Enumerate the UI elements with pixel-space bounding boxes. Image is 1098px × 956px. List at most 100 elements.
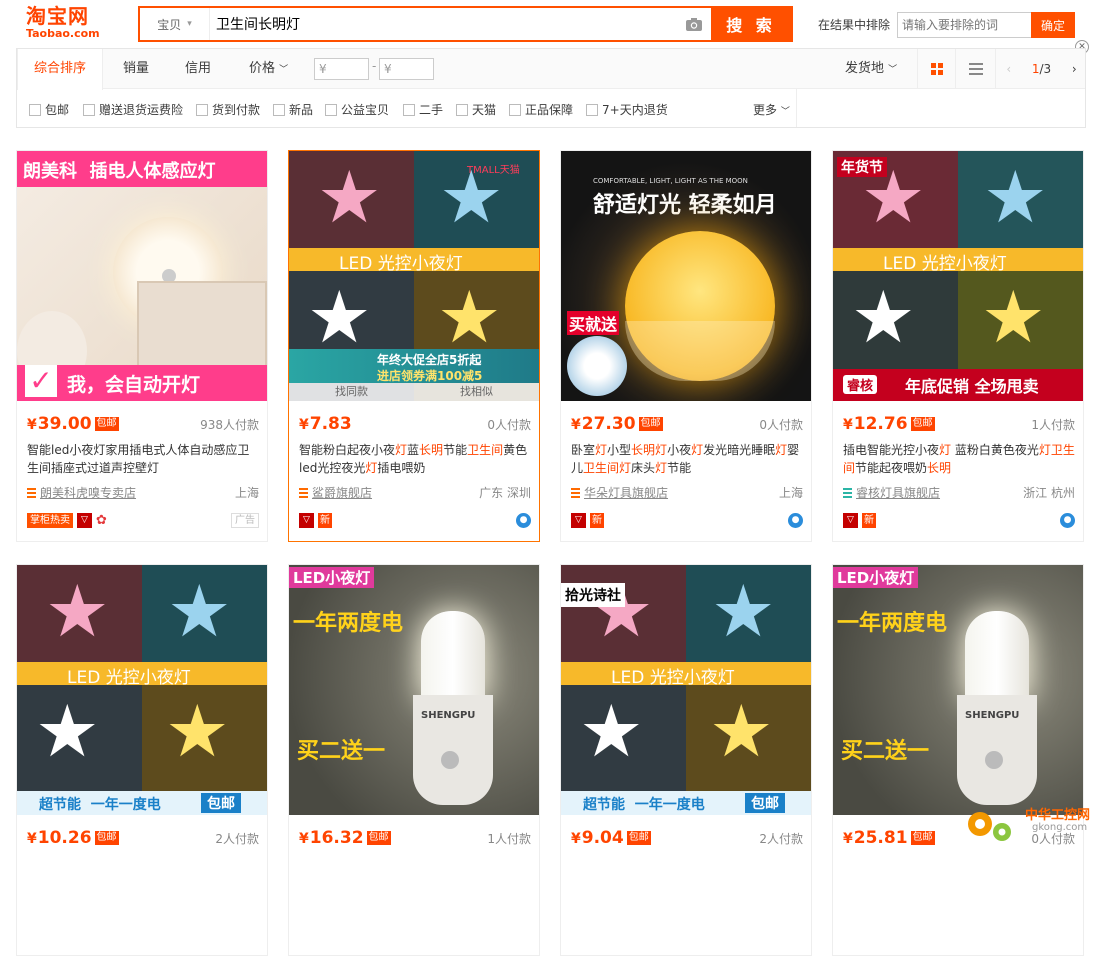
price-row: ¥9.04 包邮 2人付款	[571, 827, 803, 849]
baoyou-badge: 包邮	[910, 831, 935, 845]
search-input[interactable]	[210, 8, 677, 40]
search-type-label: 宝贝	[157, 17, 182, 32]
image-caption: 一年两度电	[837, 610, 948, 636]
deal-count: 938人付款	[200, 417, 259, 432]
sort-credit[interactable]: 信用	[181, 49, 215, 89]
product-card[interactable]: 朗美科 插电人体感应灯 ✓ 我，会自动开灯 ¥39.00 包邮 938人付款 智…	[16, 150, 268, 542]
filter-return-insurance[interactable]: 赠送退货运费险	[83, 101, 183, 118]
product-card[interactable]: LED小夜灯 一年两度电 SHENGPU 买二送一 ¥16.32 包邮 1人付款	[288, 564, 540, 956]
shop-name[interactable]: 鲨爵旗舰店	[312, 484, 372, 501]
image-caption: 拾光诗社	[561, 583, 625, 607]
new-badge[interactable]: 新	[318, 512, 332, 528]
ad-badge: 广告	[231, 512, 259, 528]
price: ¥25.81	[843, 828, 908, 848]
tmall-icon[interactable]: ▽	[843, 512, 858, 528]
search-button[interactable]: 搜 索	[711, 8, 791, 40]
price: ¥39.00	[27, 414, 92, 434]
product-image[interactable]: COMFORTABLE, LIGHT, LIGHT AS THE MOON 舒适…	[561, 151, 811, 401]
product-title[interactable]: 插电智能光控小夜灯 蓝粉白黄色夜光灯卫生间节能起夜喂奶长明	[843, 441, 1077, 477]
product-card[interactable]: ★ ★ LED 光控小夜灯 ★ ★ TMALL天猫 年终大促全店5折起 进店领券…	[288, 150, 540, 542]
image-caption: 朗美科 插电人体感应灯	[23, 161, 216, 182]
shop-name[interactable]: 华朵灯具旗舰店	[584, 484, 668, 501]
sort-price[interactable]: 价格 ﹀	[245, 49, 292, 89]
zhangui-badge[interactable]: 掌柜热卖	[27, 512, 73, 528]
tmall-icon[interactable]: ▽	[571, 512, 586, 528]
filter-tmall[interactable]: 天猫	[456, 101, 496, 118]
wangwang-icon[interactable]: ●	[1060, 512, 1075, 528]
new-badge[interactable]: 新	[862, 512, 876, 528]
filter-baoyou[interactable]: 包邮	[29, 101, 69, 118]
shop-icon	[571, 487, 580, 498]
product-image[interactable]: ★ ★ 年货节 LED 光控小夜灯 ★ ★ 睿核 年底促销 全场甩卖	[833, 151, 1083, 401]
chevron-right-icon[interactable]: ›	[1072, 62, 1077, 76]
image-caption: SHENGPU	[965, 710, 1020, 721]
new-badge[interactable]: 新	[590, 512, 604, 528]
hover-actions: 找同款 找相似	[289, 383, 539, 401]
shop-name[interactable]: 朗美科虎嗅专卖店	[40, 484, 136, 501]
search-type-select[interactable]: 宝贝 ▾	[140, 8, 210, 40]
price-max-input[interactable]: ¥	[379, 58, 434, 80]
location: 上海	[234, 486, 259, 500]
find-same-button[interactable]: 找同款	[289, 383, 414, 401]
image-caption: 买二送一	[297, 738, 386, 764]
image-caption: 进店领券满100减5	[377, 369, 483, 383]
product-title[interactable]: 智能粉白起夜小夜灯蓝长明节能卫生间黄色led光控夜光灯插电喂奶	[299, 441, 533, 477]
list-view-button[interactable]	[955, 49, 995, 89]
price-row: ¥12.76 包邮 1人付款	[843, 413, 1075, 435]
tmall-icon[interactable]: ▽	[77, 512, 92, 528]
price-row: ¥7.83 0人付款	[299, 413, 531, 435]
pager: ‹ 1/3 ›	[995, 49, 1087, 89]
chevron-down-icon: ▾	[187, 19, 192, 29]
exclude-input[interactable]	[897, 12, 1031, 38]
filter-new[interactable]: 新品	[273, 101, 313, 118]
product-card[interactable]: ★ ★ LED 光控小夜灯 ★ ★ 超节能 一年一度电 包邮 ¥10.26 包邮…	[16, 564, 268, 956]
find-similar-button[interactable]: 找相似	[414, 383, 539, 401]
price-row: ¥27.30 包邮 0人付款	[571, 413, 803, 435]
product-card[interactable]: ★ ★ 年货节 LED 光控小夜灯 ★ ★ 睿核 年底促销 全场甩卖 ¥12.7…	[832, 150, 1084, 542]
filter-genuine[interactable]: 正品保障	[509, 101, 573, 118]
sort-default[interactable]: 综合排序	[17, 49, 103, 90]
product-image[interactable]: 朗美科 插电人体感应灯 ✓ 我，会自动开灯	[17, 151, 267, 401]
filter-7day-return[interactable]: 7+天内退货	[586, 101, 668, 118]
product-card[interactable]: ★ ★ 拾光诗社 LED 光控小夜灯 ★ ★ 超节能 一年一度电 包邮 ¥9.0…	[560, 564, 812, 956]
price-dash: -	[372, 59, 377, 73]
taobao-logo[interactable]: 淘宝网 Taobao.com	[26, 4, 116, 44]
flower-icon[interactable]: ✿	[96, 513, 107, 528]
filters-more-button[interactable]: 更多 ﹀	[753, 101, 790, 118]
price: ¥12.76	[843, 414, 908, 434]
wangwang-icon[interactable]: ●	[788, 512, 803, 528]
sort-sales[interactable]: 销量	[119, 49, 153, 89]
baoyou-badge: 包邮	[626, 831, 651, 845]
filter-cod[interactable]: 货到付款	[196, 101, 260, 118]
search-bar: 宝贝 ▾ 搜 索	[138, 6, 793, 42]
grid-view-button[interactable]	[917, 49, 955, 89]
product-title[interactable]: 智能led小夜灯家用插电式人体自动感应卫生间插座式过道声控壁灯	[27, 441, 261, 477]
deal-count: 1人付款	[1031, 417, 1075, 432]
image-caption: 舒适灯光 轻柔如月	[593, 193, 777, 218]
chevron-left-icon[interactable]: ‹	[1006, 62, 1011, 76]
price-min-input[interactable]: ¥	[314, 58, 369, 80]
wangwang-icon[interactable]: ●	[516, 512, 531, 528]
product-card[interactable]: LED小夜灯 一年两度电 SHENGPU 买二送一 ¥25.81 包邮 0人付款	[832, 564, 1084, 956]
tmall-icon[interactable]: ▽	[299, 512, 314, 528]
ship-from-select[interactable]: 发货地 ﹀	[841, 49, 901, 89]
filter-charity[interactable]: 公益宝贝	[325, 101, 389, 118]
camera-icon[interactable]	[677, 8, 711, 40]
product-image[interactable]: ★ ★ LED 光控小夜灯 ★ ★ 超节能 一年一度电 包邮	[17, 565, 267, 815]
product-image[interactable]: ★ ★ LED 光控小夜灯 ★ ★ TMALL天猫 年终大促全店5折起 进店领券…	[289, 151, 539, 401]
product-image[interactable]: LED小夜灯 一年两度电 SHENGPU 买二送一	[833, 565, 1083, 815]
price-row: ¥39.00 包邮 938人付款	[27, 413, 259, 435]
grid-icon	[930, 63, 943, 75]
product-card[interactable]: COMFORTABLE, LIGHT, LIGHT AS THE MOON 舒适…	[560, 150, 812, 542]
shop-name[interactable]: 睿核灯具旗舰店	[856, 484, 940, 501]
product-image[interactable]: LED小夜灯 一年两度电 SHENGPU 买二送一	[289, 565, 539, 815]
baoyou-badge: 包邮	[638, 417, 663, 431]
chevron-down-icon: ﹀	[780, 107, 790, 117]
filter-secondhand[interactable]: 二手	[403, 101, 443, 118]
product-image[interactable]: ★ ★ 拾光诗社 LED 光控小夜灯 ★ ★ 超节能 一年一度电 包邮	[561, 565, 811, 815]
list-icon	[968, 63, 983, 75]
location: 上海	[778, 486, 803, 500]
badge-row: ▽ 新 ●	[571, 512, 803, 528]
product-title[interactable]: 卧室灯小型长明灯小夜灯发光暗光睡眠灯婴儿卫生间灯床头灯节能	[571, 441, 805, 477]
exclude-confirm-button[interactable]: 确定	[1031, 12, 1075, 38]
